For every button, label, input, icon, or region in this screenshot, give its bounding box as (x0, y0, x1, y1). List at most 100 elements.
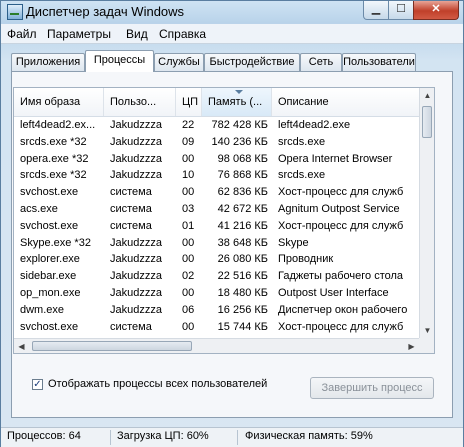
table-row[interactable]: acs.exe система 03 42 672 КБ Agnitum Outpost… (14, 201, 419, 218)
window-title: Диспетчер задач Windows (26, 4, 185, 19)
table-row[interactable]: opera.exe *32 Jakudzzza 00 98 068 КБ Opera I… (14, 151, 419, 168)
process-cpu: 01 (182, 219, 195, 232)
column-cpu[interactable]: ЦП (176, 88, 202, 116)
maximize-button[interactable]: ☐ (388, 1, 414, 20)
status-process-count: Процессов: 64 (7, 430, 81, 442)
menu-view[interactable]: Вид (126, 27, 148, 41)
menu-help[interactable]: Справка (159, 27, 206, 41)
process-name: svchost.exe (20, 320, 79, 333)
vertical-scrollbar[interactable]: ▲ ▼ (419, 88, 434, 338)
process-memory: 76 868 КБ (217, 169, 268, 182)
process-cpu: 00 (182, 253, 195, 266)
process-name: Skype.exe *32 (20, 236, 91, 249)
scroll-left-icon[interactable]: ◀ (14, 339, 29, 353)
process-cpu: 00 (182, 186, 195, 199)
close-button[interactable]: ✕ (413, 1, 459, 20)
tab-performance[interactable]: Быстродействие (204, 53, 300, 71)
process-memory: 22 516 КБ (217, 270, 268, 283)
process-user: система (110, 320, 152, 333)
horizontal-scrollbar[interactable]: ◀ ▶ (14, 338, 419, 353)
process-name: left4dead2.ex... (20, 119, 96, 131)
process-description: left4dead2.exe (278, 119, 351, 131)
process-name: svchost.exe (20, 219, 79, 232)
column-image-name[interactable]: Имя образа (14, 88, 104, 116)
process-description: srcds.exe (278, 169, 326, 182)
table-row[interactable]: svchost.exe система 01 41 216 КБ Хост-процес… (14, 218, 419, 235)
process-cpu: 22 (182, 119, 195, 131)
title-bar[interactable]: Диспетчер задач Windows ▁ ☐ ✕ (1, 1, 463, 23)
column-header-row: Имя образа Пользо... ЦП Память (... Опис… (14, 88, 419, 117)
process-description: Проводник (278, 253, 334, 266)
process-name: srcds.exe *32 (20, 135, 87, 148)
scroll-up-icon[interactable]: ▲ (420, 88, 434, 103)
column-memory[interactable]: Память (... (202, 88, 272, 116)
process-user: система (110, 202, 152, 215)
process-cpu: 10 (182, 169, 195, 182)
process-user: Jakudzzza (110, 286, 162, 299)
process-description: Хост-процесс для служб (278, 186, 404, 199)
end-process-button[interactable]: Завершить процесс (310, 377, 434, 399)
process-user: Jakudzzza (110, 152, 162, 165)
process-user: Jakudzzza (110, 135, 162, 148)
table-row[interactable]: srcds.exe *32 Jakudzzza 09 140 236 КБ srcds.… (14, 134, 419, 151)
status-bar: Процессов: 64 Загрузка ЦП: 60% Физическа… (1, 427, 463, 447)
vertical-scroll-thumb[interactable] (422, 106, 432, 138)
process-user: система (110, 219, 152, 232)
process-memory: 41 216 КБ (217, 219, 268, 232)
status-divider (237, 430, 238, 445)
tab-services[interactable]: Службы (154, 53, 204, 71)
process-cpu: 00 (182, 152, 195, 165)
tab-networking[interactable]: Сеть (300, 53, 342, 71)
process-user: Jakudzzza (110, 253, 162, 266)
process-memory: 62 836 КБ (217, 186, 268, 199)
horizontal-scroll-thumb[interactable] (32, 341, 192, 351)
table-row[interactable]: explorer.exe Jakudzzza 00 26 080 КБ Проводни… (14, 251, 419, 268)
table-row[interactable]: srcds.exe *32 Jakudzzza 10 76 868 КБ srcds.e… (14, 167, 419, 184)
process-memory: 42 672 КБ (217, 202, 268, 215)
table-row[interactable]: Skype.exe *32 Jakudzzza 00 38 648 КБ Skype (14, 235, 419, 252)
process-cpu: 00 (182, 236, 195, 249)
tab-processes[interactable]: Процессы (85, 50, 154, 72)
column-description[interactable]: Описание (272, 88, 419, 116)
menu-file[interactable]: Файл (7, 27, 37, 41)
process-user: Jakudzzza (110, 303, 162, 316)
column-user[interactable]: Пользо... (104, 88, 176, 116)
process-description: Outpost User Interface (278, 286, 389, 299)
table-row[interactable]: sidebar.exe Jakudzzza 02 22 516 КБ Гаджеты р… (14, 268, 419, 285)
process-name: dwm.exe (20, 303, 65, 316)
table-row[interactable]: op_mon.exe Jakudzzza 00 18 480 КБ Outpost Us… (14, 285, 419, 302)
table-row[interactable]: dwm.exe Jakudzzza 06 16 256 КБ Диспетчер око… (14, 302, 419, 319)
process-user: система (110, 186, 152, 199)
process-list[interactable]: Имя образа Пользо... ЦП Память (... Опис… (13, 87, 435, 354)
process-memory: 98 068 КБ (217, 152, 268, 165)
status-divider (110, 430, 111, 445)
tab-users[interactable]: Пользователи (342, 53, 416, 71)
table-row[interactable]: svchost.exe система 00 15 744 КБ Хост-процес… (14, 319, 419, 336)
process-description: Хост-процесс для служб (278, 320, 404, 333)
scroll-down-icon[interactable]: ▼ (420, 323, 434, 338)
menu-options[interactable]: Параметры (47, 27, 111, 41)
scrollbar-corner (419, 338, 434, 353)
show-all-users-checkbox[interactable]: ✓ (32, 379, 43, 390)
process-cpu: 02 (182, 270, 195, 283)
process-memory: 15 744 КБ (217, 320, 268, 333)
process-description: Skype (278, 236, 309, 249)
process-cpu: 00 (182, 286, 195, 299)
process-user: Jakudzzza (110, 236, 162, 249)
process-name: acs.exe (20, 202, 58, 215)
scroll-right-icon[interactable]: ▶ (404, 339, 419, 353)
process-name: op_mon.exe (20, 286, 81, 299)
process-user: Jakudzzza (110, 270, 162, 283)
task-manager-window: Диспетчер задач Windows ▁ ☐ ✕ Файл Парам… (0, 0, 464, 447)
column-memory-label: Память (... (208, 96, 263, 108)
minimize-button[interactable]: ▁ (363, 1, 389, 20)
show-all-users-label[interactable]: Отображать процессы всех пользователей (48, 378, 267, 390)
table-row[interactable]: svchost.exe система 00 62 836 КБ Хост-процес… (14, 184, 419, 201)
process-name: explorer.exe (20, 253, 80, 266)
table-row[interactable]: left4dead2.ex... Jakudzzza 22 782 428 КБ lef… (14, 117, 419, 134)
process-name: opera.exe *32 (20, 152, 89, 165)
process-cpu: 06 (182, 303, 195, 316)
process-user: Jakudzzza (110, 169, 162, 182)
tab-applications[interactable]: Приложения (11, 53, 85, 71)
process-memory: 140 236 КБ (211, 135, 268, 148)
